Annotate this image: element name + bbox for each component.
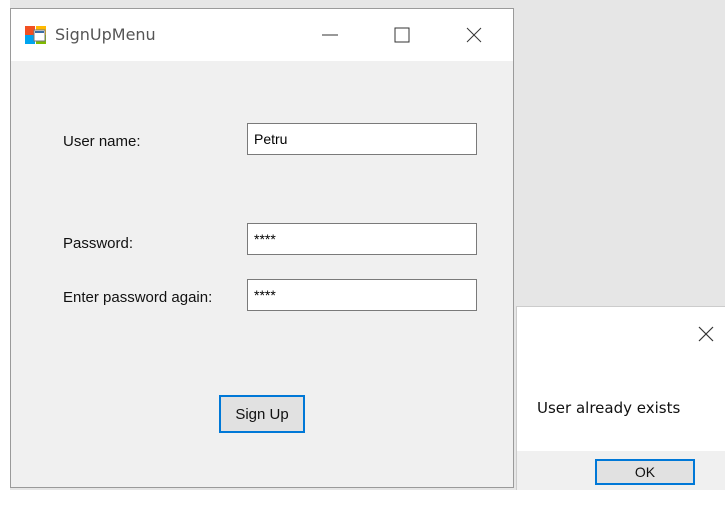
title-bar[interactable]: SignUpMenu <box>11 9 513 61</box>
username-input[interactable] <box>247 123 477 155</box>
username-label: User name: <box>63 133 141 150</box>
close-button[interactable] <box>451 17 497 53</box>
ok-button[interactable]: OK <box>595 459 695 485</box>
minimize-button[interactable] <box>307 17 353 53</box>
maximize-icon <box>394 27 410 43</box>
screen-edge <box>0 0 10 516</box>
maximize-button[interactable] <box>379 17 425 53</box>
message-close-button[interactable] <box>693 321 719 347</box>
close-icon <box>466 27 482 43</box>
password-label: Password: <box>63 235 134 252</box>
message-box: User already exists OK <box>516 306 725 490</box>
screen-bottom-strip <box>0 490 725 516</box>
window-title: SignUpMenu <box>55 25 156 44</box>
signup-window: SignUpMenu User name: Password: Enter pa… <box>10 8 514 488</box>
password-input[interactable] <box>247 223 477 255</box>
minimize-icon <box>322 34 338 36</box>
sign-up-button[interactable]: Sign Up <box>219 395 305 433</box>
password-again-label: Enter password again: <box>63 289 213 306</box>
password-again-input[interactable] <box>247 279 477 311</box>
close-icon <box>698 326 714 342</box>
app-icon <box>25 25 47 45</box>
message-text: User already exists <box>537 399 681 417</box>
message-footer: OK <box>517 451 725 490</box>
